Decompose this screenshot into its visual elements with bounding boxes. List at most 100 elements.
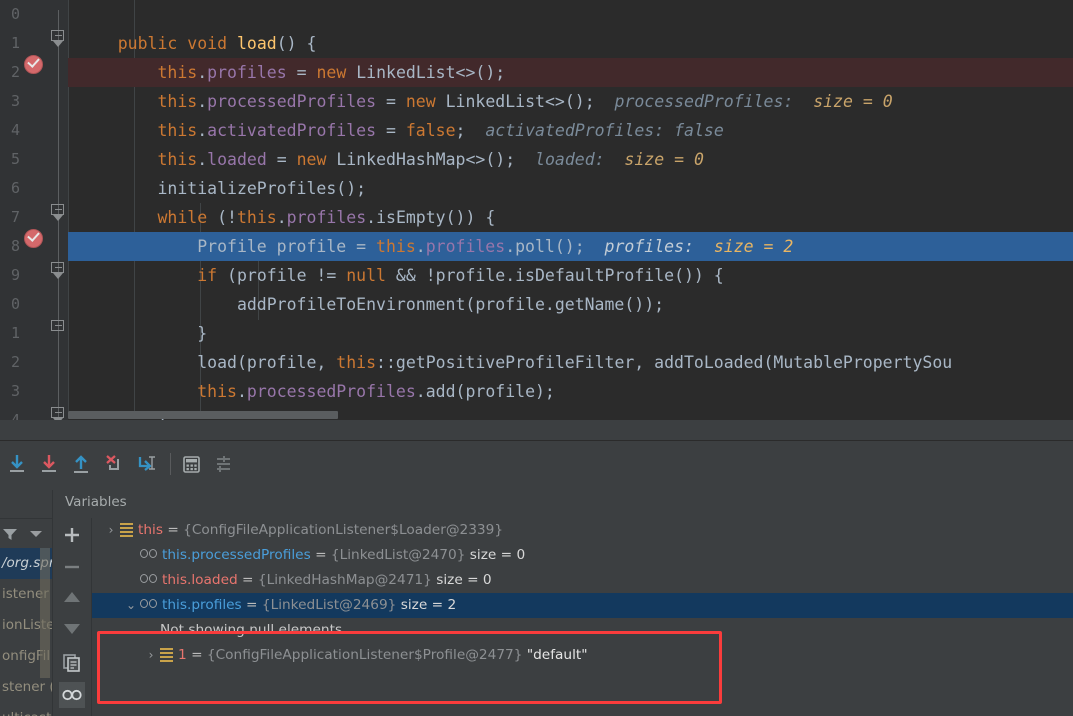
frames-panel[interactable]: /org.spristenerionListeonfigFilstener (u… (0, 518, 52, 716)
code-token: new (405, 92, 436, 111)
code-line[interactable]: if (profile != null && !profile.isDefaul… (68, 261, 1073, 290)
code-token: .isEmpty()) { (366, 208, 496, 227)
watch-glasses-icon (140, 574, 158, 585)
fold-toggle-icon[interactable] (51, 320, 66, 334)
code-token: size = 2 (693, 237, 794, 256)
code-token: new (316, 63, 347, 82)
add-watch-icon[interactable] (59, 522, 85, 548)
variable-row[interactable]: this.loaded = {LinkedHashMap@2471} size … (92, 568, 1073, 593)
force-step-into-icon[interactable] (98, 449, 128, 479)
code-line[interactable]: this.profiles = new LinkedList<>(); (68, 58, 1073, 87)
editor-horizontal-scrollbar[interactable] (68, 411, 338, 419)
copy-value-icon[interactable] (59, 650, 85, 676)
code-token: profiles (207, 63, 287, 82)
expand-chevron-icon[interactable]: ⌄ (122, 593, 140, 618)
code-editor[interactable]: 012345678901234 public void load() { thi… (0, 0, 1073, 440)
evaluate-expression-icon[interactable] (176, 449, 206, 479)
code-line[interactable]: while (!this.profiles.isEmpty()) { (68, 203, 1073, 232)
code-token: public (117, 34, 178, 53)
show-execution-point-icon[interactable] (2, 449, 32, 479)
editor-bottom-strip (0, 420, 1073, 440)
object-icon (160, 648, 173, 662)
code-line[interactable]: this.loaded = new LinkedHashMap<>(); loa… (68, 145, 1073, 174)
variable-row[interactable]: › this = {ConfigFileApplicationListener$L… (92, 518, 1073, 543)
code-token: size = 0 (793, 92, 893, 111)
move-down-icon[interactable] (59, 616, 85, 642)
variable-row[interactable]: Not showing null elements (92, 618, 1073, 643)
variable-reference: {ConfigFileApplicationListener$Loader@23… (183, 522, 504, 538)
line-number: 8 (10, 237, 20, 255)
chevron-down-icon[interactable] (30, 531, 42, 537)
step-into-icon[interactable] (66, 449, 96, 479)
variable-reference: {ConfigFileApplicationListener$Profile@2… (206, 647, 523, 663)
frames-scrollbar[interactable] (40, 548, 50, 678)
code-token: this (197, 382, 237, 401)
code-token: initializeProfiles(); (78, 179, 367, 198)
code-line[interactable]: } (68, 319, 1073, 348)
code-token: (! (207, 208, 237, 227)
code-token: this (157, 92, 198, 111)
code-token: LinkedList<>(); (346, 63, 506, 82)
code-line[interactable]: addProfileToEnvironment(profile.getName(… (68, 290, 1073, 319)
editor-gutter[interactable]: 012345678901234 (0, 0, 68, 440)
toolbar-separator (170, 453, 171, 475)
code-token: activatedProfiles (207, 121, 377, 140)
frame-list-item[interactable]: ulticast (0, 703, 52, 716)
settings-sliders-icon[interactable] (208, 449, 238, 479)
variables-tree[interactable]: › this = {ConfigFileApplicationListener$L… (92, 518, 1073, 716)
code-token: this (157, 63, 198, 82)
code-lines: public void load() { this.profiles = new… (68, 0, 1073, 435)
code-token: processedProfiles (246, 382, 416, 401)
variables-tab-label[interactable]: Variables (65, 494, 127, 510)
code-line[interactable]: this.activatedProfiles = false; activate… (68, 116, 1073, 145)
expand-chevron-icon[interactable]: › (102, 518, 120, 543)
fold-toggle-icon[interactable] (51, 204, 66, 221)
code-line[interactable]: public void load() { (68, 29, 1073, 58)
watches-glasses-icon[interactable] (59, 682, 85, 708)
filter-funnel-icon[interactable] (2, 526, 18, 540)
code-line[interactable]: initializeProfiles(); (68, 174, 1073, 203)
variable-row[interactable]: this.processedProfiles = {LinkedList@247… (92, 543, 1073, 568)
code-line[interactable]: this.processedProfiles.add(profile); (68, 377, 1073, 406)
variable-value: size = 0 (465, 547, 526, 563)
code-text-area[interactable]: public void load() { this.profiles = new… (68, 0, 1073, 440)
breakpoint-marker[interactable] (24, 229, 43, 248)
code-token: () { (276, 34, 317, 53)
remove-watch-icon[interactable] (59, 554, 85, 580)
fold-toggle-icon[interactable] (51, 30, 66, 47)
code-token: = (376, 121, 406, 140)
code-token: = (266, 150, 297, 169)
code-token: .poll(); (505, 237, 585, 256)
code-token: . (276, 208, 287, 227)
step-out-icon[interactable] (130, 449, 160, 479)
move-up-icon[interactable] (59, 584, 85, 610)
code-folding-column[interactable] (50, 0, 68, 440)
debugger-stepping-toolbar[interactable] (0, 440, 1073, 491)
variable-name: 1 (178, 647, 187, 663)
code-token: activatedProfiles: false (465, 121, 724, 140)
code-line[interactable]: load(profile, this::getPositiveProfileFi… (68, 348, 1073, 377)
variables-tab-header: Variables (0, 490, 1073, 519)
breakpoint-marker[interactable] (24, 55, 43, 74)
variable-name: this.processedProfiles (162, 547, 311, 563)
expand-chevron-icon[interactable]: › (142, 643, 160, 668)
variables-side-toolbar[interactable] (53, 518, 91, 716)
line-number: 7 (10, 208, 20, 226)
code-line[interactable] (68, 0, 1073, 29)
equals-sign: = (241, 597, 262, 613)
variable-row[interactable]: ⌄ this.profiles = {LinkedList@2469} size … (92, 593, 1073, 618)
fold-toggle-icon[interactable] (51, 262, 66, 279)
code-token: this (336, 353, 377, 372)
variable-row[interactable]: › 1 = {ConfigFileApplicationListener$Prof… (92, 643, 1073, 668)
code-line[interactable]: this.processedProfiles = new LinkedList<… (68, 87, 1073, 116)
debugger-panel: Variables /org.spr istener ionListe onfigFi… (0, 490, 1073, 716)
code-token: ; (455, 121, 466, 140)
code-line[interactable]: Profile profile = this.profiles.poll(); … (68, 232, 1073, 261)
step-over-icon[interactable] (34, 449, 64, 479)
code-token: this (376, 237, 416, 256)
fold-toggle-icon[interactable] (51, 407, 66, 424)
code-token: null (346, 266, 386, 285)
